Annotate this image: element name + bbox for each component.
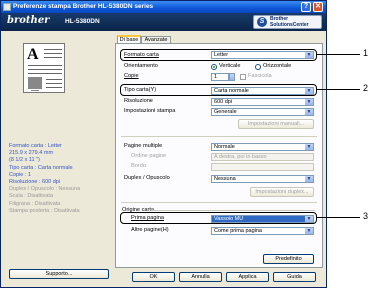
group-divider xyxy=(151,210,315,211)
copies-stepper[interactable] xyxy=(229,73,235,81)
multiple-page-label: Pagine multiple xyxy=(124,143,163,149)
tab-advanced[interactable]: Avanzate xyxy=(141,36,171,43)
orientation-label: Orientamento xyxy=(124,63,158,69)
default-button[interactable]: Predefinito xyxy=(263,254,314,264)
paper-size-dropdown[interactable]: Letter ▼ xyxy=(211,51,314,59)
chevron-down-icon: ▼ xyxy=(305,144,313,150)
first-page-dropdown[interactable]: Vassoio MU ▼ xyxy=(211,215,314,223)
page-order-label: Ordine pagine xyxy=(131,153,167,159)
divider xyxy=(121,202,317,203)
apply-button[interactable]: Applica xyxy=(226,272,269,282)
other-pages-dropdown[interactable]: Come prima pagina ▼ xyxy=(211,227,314,235)
callout-line xyxy=(316,217,360,218)
chevron-down-icon: ▼ xyxy=(305,228,313,234)
media-type-dropdown[interactable]: Carta normale ▼ xyxy=(211,87,314,95)
callout-1: 1 xyxy=(363,48,369,58)
title-bar: Preferenze stampa Brother HL-5380DN seri… xyxy=(1,1,326,13)
other-pages-label: Altre pagine(H) xyxy=(131,227,169,233)
orientation-horizontal-radio[interactable] xyxy=(255,64,261,70)
help-title-button[interactable]: ? xyxy=(301,2,311,12)
orientation-horizontal-label: Orizzontale xyxy=(263,63,292,69)
printer-app-icon xyxy=(3,3,11,11)
printer-model: HL-5380DN xyxy=(65,18,100,25)
chevron-down-icon: ▼ xyxy=(305,88,313,94)
brother-logo: brother xyxy=(7,15,50,26)
collate-label: Fascicola xyxy=(248,73,272,79)
brand-banner: brother HL-5380DN S Brother SolutionsCen… xyxy=(1,13,326,31)
paper-size-label: Formato carta xyxy=(124,52,159,58)
multiple-page-dropdown[interactable]: Normale ▼ xyxy=(211,143,314,151)
summary-line: Risoluzione : 600 dpi xyxy=(9,179,61,186)
divider xyxy=(121,136,317,137)
copies-label: Copie xyxy=(124,73,139,79)
summary-line: 215.9 x 279.4 mm xyxy=(9,150,54,157)
first-page-label: Prima pagina xyxy=(131,215,164,221)
ok-button[interactable]: OK xyxy=(132,272,175,282)
support-button[interactable]: Supporto... xyxy=(9,269,109,279)
solutions-center-button[interactable]: S Brother SolutionsCenter xyxy=(253,15,322,29)
chevron-down-icon: ▼ xyxy=(305,216,313,222)
preview-image xyxy=(28,77,42,89)
chevron-down-icon: ▼ xyxy=(305,176,313,182)
summary-line: Scala : Disattivata xyxy=(9,193,54,200)
summary-line: Filigrana : Disattivata xyxy=(9,200,61,207)
border-dropdown[interactable] xyxy=(211,163,314,171)
preview-letter: A xyxy=(27,46,39,63)
printing-preferences-window: Preferenze stampa Brother HL-5380DN seri… xyxy=(0,0,327,288)
media-type-label: Tipo carta(Y) xyxy=(124,87,157,93)
page-preview: A xyxy=(23,43,65,93)
orientation-vertical-label: Verticale xyxy=(219,63,241,69)
chevron-down-icon: ▼ xyxy=(305,109,313,115)
solutions-center-icon: S xyxy=(257,17,267,27)
chevron-down-icon: ▼ xyxy=(305,52,313,58)
duplex-dropdown[interactable]: Nessuna ▼ xyxy=(211,175,314,183)
print-settings-label: Impostazioni stampa xyxy=(124,108,176,114)
chevron-down-icon: ▼ xyxy=(305,99,313,105)
duplex-settings-button[interactable]: Impostazioni duplex... xyxy=(250,187,314,197)
cancel-button[interactable]: Annulla xyxy=(179,272,222,282)
resolution-dropdown[interactable]: 600 dpi ▼ xyxy=(211,98,314,106)
close-window-button[interactable]: ✕ xyxy=(313,2,323,12)
summary-line: (8 1/2 x 11 ") xyxy=(9,157,40,164)
callout-2: 2 xyxy=(363,83,369,93)
summary-line: Duplex / Opuscolo : Nessuna xyxy=(9,186,81,193)
duplex-label: Duplex / Opuscolo xyxy=(124,175,170,181)
help-button[interactable]: Guida xyxy=(273,272,316,282)
collate-checkbox[interactable] xyxy=(240,74,246,80)
settings-summary: Formato carta : Letter 215.9 x 279.4 mm … xyxy=(9,143,109,215)
orientation-vertical-radio[interactable] xyxy=(211,64,217,70)
summary-line: Tipo carta : Carta normale xyxy=(9,164,73,171)
summary-line: Stampa posterta : Disattivata xyxy=(9,207,80,214)
solutions-line2: SolutionsCenter xyxy=(270,21,309,28)
window-title: Preferenze stampa Brother HL-5380DN seri… xyxy=(13,3,154,10)
callout-line xyxy=(316,54,360,55)
resolution-label: Risoluzione xyxy=(124,98,153,104)
tab-basic[interactable]: Di base xyxy=(117,35,141,43)
summary-line: Copie : 1 xyxy=(9,171,32,178)
manual-settings-button[interactable]: Impostazioni manuali... xyxy=(238,119,314,129)
summary-line: Formato carta : Letter xyxy=(9,143,62,149)
border-label: Bordo xyxy=(131,163,146,169)
print-settings-dropdown[interactable]: Generale ▼ xyxy=(211,108,314,116)
callout-3: 3 xyxy=(363,211,369,221)
page-order-dropdown[interactable]: A destra, poi in basso xyxy=(211,153,314,161)
callout-line xyxy=(316,89,360,90)
copies-input[interactable]: 1 xyxy=(211,73,229,81)
